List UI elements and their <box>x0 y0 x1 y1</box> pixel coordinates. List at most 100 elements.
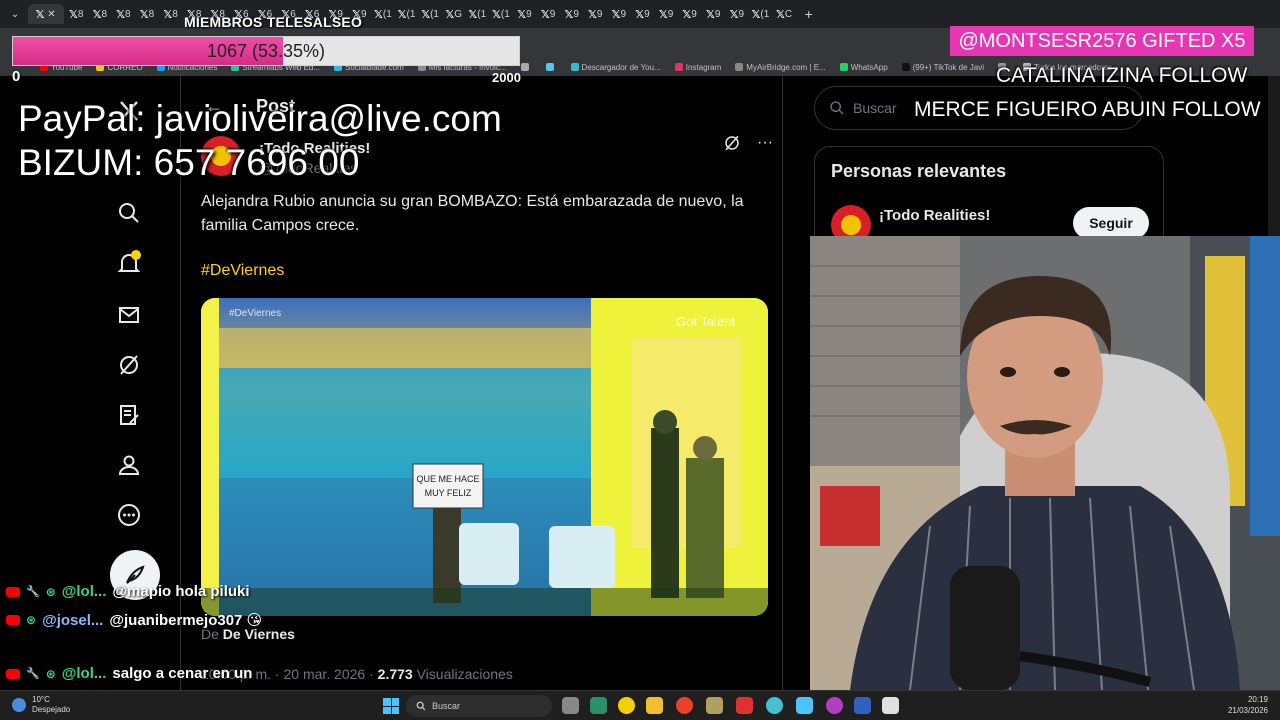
relevant-name[interactable]: ¡Todo Realities! <box>879 207 990 224</box>
messages-icon[interactable] <box>114 300 144 330</box>
hashtag-link[interactable]: #DeViernes <box>201 262 284 280</box>
browser-tabs: 𝕏 8 𝕏 8 𝕏 8 𝕏 8 𝕏 8 𝕏 8 𝕏 8 𝕏 6 𝕏 6 𝕏 6 𝕏 6 𝕏 9 𝕏 9 𝕏 (1 𝕏 (1 𝕏 (1 𝕏 G 𝕏 (1… <box>65 4 796 24</box>
bookmark-favicon-icon <box>901 63 910 71</box>
app-icon[interactable] <box>706 697 723 714</box>
lists-icon[interactable] <box>114 400 144 430</box>
browser-tab-label: 8 <box>148 8 155 20</box>
windows-start-icon[interactable] <box>383 698 399 714</box>
weather-description: Despejado <box>32 705 71 714</box>
taskbar-search[interactable]: Buscar <box>406 695 552 717</box>
chat-message: 🔧 ⊛ @lol... @mapio hola piluki <box>6 583 250 600</box>
browser-tab[interactable]: 𝕏9 <box>655 4 677 24</box>
post-media-video[interactable]: QUE ME HACE MUY FELIZ #DeViernes Got Tal… <box>201 298 768 616</box>
file-explorer-icon[interactable] <box>646 697 663 714</box>
browser-tab-label: G <box>454 8 463 20</box>
profile-icon[interactable] <box>114 450 144 480</box>
x-logo-icon: 𝕏 <box>658 8 668 21</box>
x-logo-icon: 𝕏 <box>35 8 45 21</box>
browser-tab[interactable]: 𝕏8 <box>89 4 111 24</box>
chat-username: @josel... <box>42 611 104 629</box>
bookmark-item[interactable] <box>545 63 557 71</box>
bookmark-favicon-icon <box>520 63 529 71</box>
bookmark-favicon-icon <box>545 63 554 71</box>
taskbar-clock[interactable]: 20:19 21/03/2026 <box>1220 694 1268 716</box>
browser-tab-label: 8 <box>172 8 178 20</box>
grok-icon[interactable] <box>723 134 741 157</box>
browser-tab[interactable]: 𝕏8 <box>112 4 134 24</box>
app-icon[interactable] <box>736 697 753 714</box>
browser-tab[interactable]: 𝕏 (1 <box>749 4 771 24</box>
grok-icon[interactable] <box>114 350 144 380</box>
browser-tab-label: 9 <box>691 8 697 20</box>
x-logo-icon: 𝕏 <box>706 8 715 21</box>
windows-taskbar: 10°C Despejado Buscar 20:19 21/03/2026 <box>0 690 1280 720</box>
members-goal-text: 1067 (53.35%) <box>206 40 326 61</box>
search-icon <box>830 101 844 115</box>
bookmark-label: Instagram <box>685 62 722 72</box>
chrome-icon[interactable] <box>676 697 693 714</box>
app-icon[interactable] <box>590 697 607 714</box>
browser-tab[interactable]: 𝕏9 <box>679 4 701 24</box>
bookmark-item[interactable]: MyAirBridge.com | E... <box>735 63 826 72</box>
browser-tab[interactable]: 𝕏9 <box>726 4 748 24</box>
search-icon[interactable] <box>114 198 144 228</box>
browser-tab[interactable]: 𝕏 (1 <box>372 4 394 24</box>
browser-tab[interactable]: 𝕏9 <box>561 4 583 24</box>
browser-tab[interactable]: 𝕏 (1 <box>490 4 512 24</box>
post-text: Alejandra Rubio anuncia su gran BOMBAZO:… <box>201 193 744 234</box>
browser-tab[interactable]: 𝕏8 <box>160 4 182 24</box>
browser-tab-active[interactable]: 𝕏 ✕ <box>27 4 64 24</box>
follow-alert-2: MERCE FIGUEIRO ABUIN FOLLOW <box>914 98 1261 121</box>
app-icon[interactable] <box>882 697 899 714</box>
browser-tab[interactable]: 𝕏G <box>443 4 465 24</box>
browser-tab[interactable]: 𝕏9 <box>608 4 630 24</box>
browser-tab[interactable]: 𝕏9 <box>631 4 653 24</box>
bookmark-item[interactable]: Descargador de You... <box>570 63 661 72</box>
app-icon[interactable] <box>854 697 871 714</box>
browser-tab[interactable]: 𝕏 (1 <box>466 4 488 24</box>
chat-text: @mapio hola piluki <box>112 583 250 600</box>
task-view-icon[interactable] <box>562 697 579 714</box>
x-logo-icon: 𝕏 <box>397 8 407 21</box>
stream-screen: ⌄ 𝕏 ✕ 𝕏 8 𝕏 8 𝕏 8 𝕏 8 𝕏 8 𝕏 8 𝕏 8 𝕏 6 𝕏 6 𝕏 6 𝕏 6 𝕏 9 𝕏 9 𝕏 (1 𝕏 (1 𝕏(… <box>0 0 1280 720</box>
bookmark-item[interactable]: WhatsApp <box>839 63 888 72</box>
chat-message: ⊛ @josel... @juanibermejo307 😘 <box>6 611 262 629</box>
relevant-people-title: Personas relevantes <box>831 161 1007 181</box>
member-badge-icon: ⊛ <box>45 584 56 599</box>
more-options-icon[interactable]: ··· <box>757 134 773 157</box>
browser-tab[interactable]: 𝕏9 <box>584 4 606 24</box>
more-icon[interactable] <box>114 500 144 530</box>
chat-message: 🔧 ⊛ @lol... salgo a cenar en un <box>6 665 252 682</box>
notifications-bell-icon[interactable] <box>114 248 144 278</box>
app-icon[interactable] <box>826 697 843 714</box>
browser-tab[interactable]: 𝕏8 <box>65 4 87 24</box>
new-tab-icon[interactable]: + <box>805 6 813 22</box>
bookmark-item[interactable] <box>520 63 532 71</box>
media-channel-logo: Got Talent <box>676 314 735 329</box>
bookmark-item[interactable]: (99+) TikTok de Javi <box>901 63 984 72</box>
browser-tab-label: (1 <box>430 8 439 20</box>
browser-tab[interactable]: 𝕏 (1 <box>419 4 441 24</box>
bookmark-item[interactable]: Instagram <box>674 62 722 72</box>
bookmark-favicon-icon <box>674 63 683 71</box>
browser-tab[interactable]: 𝕏9 <box>537 4 559 24</box>
browser-tab-label: (1 <box>477 8 487 20</box>
tab-menu-button[interactable]: ⌄ <box>4 4 26 24</box>
x-logo-icon: 𝕏 <box>68 8 78 21</box>
browser-tab[interactable]: 𝕏 (1 <box>396 4 418 24</box>
browser-tab[interactable]: 𝕏8 <box>136 4 158 24</box>
chat-username: @lol... <box>61 583 107 600</box>
weather-widget[interactable]: 10°C Despejado <box>12 695 70 715</box>
browser-tab[interactable]: 𝕏9 <box>702 4 724 24</box>
follow-button[interactable]: Seguir <box>1073 207 1149 239</box>
wrench-icon: 🔧 <box>26 586 40 598</box>
app-icon[interactable] <box>618 697 635 714</box>
search-placeholder: Buscar <box>853 100 897 116</box>
app-icon[interactable] <box>766 697 783 714</box>
app-icon[interactable] <box>796 697 813 714</box>
weather-temperature: 10°C <box>32 695 50 704</box>
browser-tab-label: 8 <box>77 8 84 20</box>
browser-tab-label: 9 <box>738 8 745 20</box>
browser-tab[interactable]: 𝕏9 <box>513 4 535 24</box>
browser-tab[interactable]: 𝕏C <box>773 4 795 24</box>
